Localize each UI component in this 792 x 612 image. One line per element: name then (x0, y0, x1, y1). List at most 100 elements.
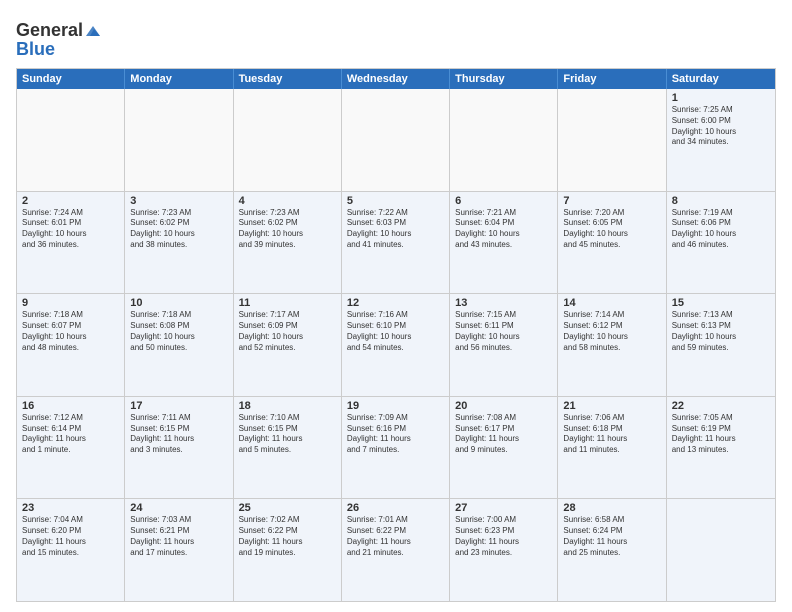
day-details: Sunrise: 7:11 AM Sunset: 6:15 PM Dayligh… (130, 413, 227, 456)
day-details: Sunrise: 7:01 AM Sunset: 6:22 PM Dayligh… (347, 515, 444, 558)
day-details: Sunrise: 7:08 AM Sunset: 6:17 PM Dayligh… (455, 413, 552, 456)
calendar-cell-day-10: 10Sunrise: 7:18 AM Sunset: 6:08 PM Dayli… (125, 294, 233, 396)
day-details: Sunrise: 7:15 AM Sunset: 6:11 PM Dayligh… (455, 310, 552, 353)
logo-icon (84, 24, 102, 38)
calendar-cell-empty (125, 89, 233, 191)
day-number: 4 (239, 195, 336, 207)
day-details: Sunrise: 7:09 AM Sunset: 6:16 PM Dayligh… (347, 413, 444, 456)
day-number: 6 (455, 195, 552, 207)
calendar-row-0: 1Sunrise: 7:25 AM Sunset: 6:00 PM Daylig… (17, 89, 775, 191)
day-number: 3 (130, 195, 227, 207)
day-number: 9 (22, 297, 119, 309)
day-number: 8 (672, 195, 770, 207)
calendar-header: SundayMondayTuesdayWednesdayThursdayFrid… (17, 69, 775, 89)
calendar-cell-day-27: 27Sunrise: 7:00 AM Sunset: 6:23 PM Dayli… (450, 499, 558, 601)
calendar-cell-day-7: 7Sunrise: 7:20 AM Sunset: 6:05 PM Daylig… (558, 192, 666, 294)
day-details: Sunrise: 7:05 AM Sunset: 6:19 PM Dayligh… (672, 413, 770, 456)
day-number: 10 (130, 297, 227, 309)
calendar-cell-day-24: 24Sunrise: 7:03 AM Sunset: 6:21 PM Dayli… (125, 499, 233, 601)
calendar-row-3: 16Sunrise: 7:12 AM Sunset: 6:14 PM Dayli… (17, 396, 775, 499)
calendar-cell-empty (558, 89, 666, 191)
day-number: 25 (239, 502, 336, 514)
calendar-cell-day-6: 6Sunrise: 7:21 AM Sunset: 6:04 PM Daylig… (450, 192, 558, 294)
day-details: Sunrise: 6:58 AM Sunset: 6:24 PM Dayligh… (563, 515, 660, 558)
calendar-cell-day-2: 2Sunrise: 7:24 AM Sunset: 6:01 PM Daylig… (17, 192, 125, 294)
calendar-row-1: 2Sunrise: 7:24 AM Sunset: 6:01 PM Daylig… (17, 191, 775, 294)
day-number: 14 (563, 297, 660, 309)
calendar-row-2: 9Sunrise: 7:18 AM Sunset: 6:07 PM Daylig… (17, 293, 775, 396)
day-details: Sunrise: 7:22 AM Sunset: 6:03 PM Dayligh… (347, 208, 444, 251)
weekday-header-sunday: Sunday (17, 69, 125, 89)
day-details: Sunrise: 7:03 AM Sunset: 6:21 PM Dayligh… (130, 515, 227, 558)
day-details: Sunrise: 7:14 AM Sunset: 6:12 PM Dayligh… (563, 310, 660, 353)
calendar-cell-day-20: 20Sunrise: 7:08 AM Sunset: 6:17 PM Dayli… (450, 397, 558, 499)
day-number: 2 (22, 195, 119, 207)
calendar-cell-day-16: 16Sunrise: 7:12 AM Sunset: 6:14 PM Dayli… (17, 397, 125, 499)
day-number: 13 (455, 297, 552, 309)
day-number: 5 (347, 195, 444, 207)
day-details: Sunrise: 7:23 AM Sunset: 6:02 PM Dayligh… (239, 208, 336, 251)
calendar-cell-day-23: 23Sunrise: 7:04 AM Sunset: 6:20 PM Dayli… (17, 499, 125, 601)
day-number: 12 (347, 297, 444, 309)
calendar-cell-day-28: 28Sunrise: 6:58 AM Sunset: 6:24 PM Dayli… (558, 499, 666, 601)
calendar-row-4: 23Sunrise: 7:04 AM Sunset: 6:20 PM Dayli… (17, 498, 775, 601)
calendar-cell-empty (450, 89, 558, 191)
day-details: Sunrise: 7:13 AM Sunset: 6:13 PM Dayligh… (672, 310, 770, 353)
calendar-cell-day-25: 25Sunrise: 7:02 AM Sunset: 6:22 PM Dayli… (234, 499, 342, 601)
calendar-cell-day-21: 21Sunrise: 7:06 AM Sunset: 6:18 PM Dayli… (558, 397, 666, 499)
calendar-cell-day-8: 8Sunrise: 7:19 AM Sunset: 6:06 PM Daylig… (667, 192, 775, 294)
day-details: Sunrise: 7:21 AM Sunset: 6:04 PM Dayligh… (455, 208, 552, 251)
day-details: Sunrise: 7:02 AM Sunset: 6:22 PM Dayligh… (239, 515, 336, 558)
day-details: Sunrise: 7:04 AM Sunset: 6:20 PM Dayligh… (22, 515, 119, 558)
day-details: Sunrise: 7:17 AM Sunset: 6:09 PM Dayligh… (239, 310, 336, 353)
weekday-header-tuesday: Tuesday (234, 69, 342, 89)
calendar-cell-day-11: 11Sunrise: 7:17 AM Sunset: 6:09 PM Dayli… (234, 294, 342, 396)
weekday-header-wednesday: Wednesday (342, 69, 450, 89)
calendar-cell-day-9: 9Sunrise: 7:18 AM Sunset: 6:07 PM Daylig… (17, 294, 125, 396)
day-number: 28 (563, 502, 660, 514)
calendar-cell-empty (234, 89, 342, 191)
day-number: 11 (239, 297, 336, 309)
calendar-cell-day-17: 17Sunrise: 7:11 AM Sunset: 6:15 PM Dayli… (125, 397, 233, 499)
day-details: Sunrise: 7:18 AM Sunset: 6:07 PM Dayligh… (22, 310, 119, 353)
day-number: 17 (130, 400, 227, 412)
day-details: Sunrise: 7:25 AM Sunset: 6:00 PM Dayligh… (672, 105, 770, 148)
day-number: 20 (455, 400, 552, 412)
weekday-header-saturday: Saturday (667, 69, 775, 89)
calendar-cell-day-19: 19Sunrise: 7:09 AM Sunset: 6:16 PM Dayli… (342, 397, 450, 499)
page: General Blue SundayMondayTuesdayWednesda… (0, 0, 792, 612)
day-number: 1 (672, 92, 770, 104)
calendar-cell-day-13: 13Sunrise: 7:15 AM Sunset: 6:11 PM Dayli… (450, 294, 558, 396)
day-number: 27 (455, 502, 552, 514)
header: General Blue (16, 16, 776, 60)
calendar-cell-day-1: 1Sunrise: 7:25 AM Sunset: 6:00 PM Daylig… (667, 89, 775, 191)
day-number: 7 (563, 195, 660, 207)
calendar: SundayMondayTuesdayWednesdayThursdayFrid… (16, 68, 776, 602)
day-number: 22 (672, 400, 770, 412)
weekday-header-thursday: Thursday (450, 69, 558, 89)
day-details: Sunrise: 7:00 AM Sunset: 6:23 PM Dayligh… (455, 515, 552, 558)
calendar-cell-day-22: 22Sunrise: 7:05 AM Sunset: 6:19 PM Dayli… (667, 397, 775, 499)
weekday-header-monday: Monday (125, 69, 233, 89)
weekday-header-friday: Friday (558, 69, 666, 89)
day-number: 16 (22, 400, 119, 412)
day-details: Sunrise: 7:24 AM Sunset: 6:01 PM Dayligh… (22, 208, 119, 251)
day-details: Sunrise: 7:16 AM Sunset: 6:10 PM Dayligh… (347, 310, 444, 353)
day-details: Sunrise: 7:06 AM Sunset: 6:18 PM Dayligh… (563, 413, 660, 456)
day-details: Sunrise: 7:12 AM Sunset: 6:14 PM Dayligh… (22, 413, 119, 456)
day-details: Sunrise: 7:20 AM Sunset: 6:05 PM Dayligh… (563, 208, 660, 251)
day-number: 26 (347, 502, 444, 514)
calendar-cell-day-18: 18Sunrise: 7:10 AM Sunset: 6:15 PM Dayli… (234, 397, 342, 499)
calendar-cell-day-26: 26Sunrise: 7:01 AM Sunset: 6:22 PM Dayli… (342, 499, 450, 601)
day-details: Sunrise: 7:23 AM Sunset: 6:02 PM Dayligh… (130, 208, 227, 251)
day-number: 24 (130, 502, 227, 514)
day-number: 15 (672, 297, 770, 309)
calendar-cell-day-3: 3Sunrise: 7:23 AM Sunset: 6:02 PM Daylig… (125, 192, 233, 294)
calendar-cell-day-5: 5Sunrise: 7:22 AM Sunset: 6:03 PM Daylig… (342, 192, 450, 294)
day-details: Sunrise: 7:10 AM Sunset: 6:15 PM Dayligh… (239, 413, 336, 456)
day-number: 19 (347, 400, 444, 412)
day-details: Sunrise: 7:19 AM Sunset: 6:06 PM Dayligh… (672, 208, 770, 251)
day-number: 18 (239, 400, 336, 412)
logo-blue-text: Blue (16, 39, 103, 60)
calendar-cell-day-14: 14Sunrise: 7:14 AM Sunset: 6:12 PM Dayli… (558, 294, 666, 396)
